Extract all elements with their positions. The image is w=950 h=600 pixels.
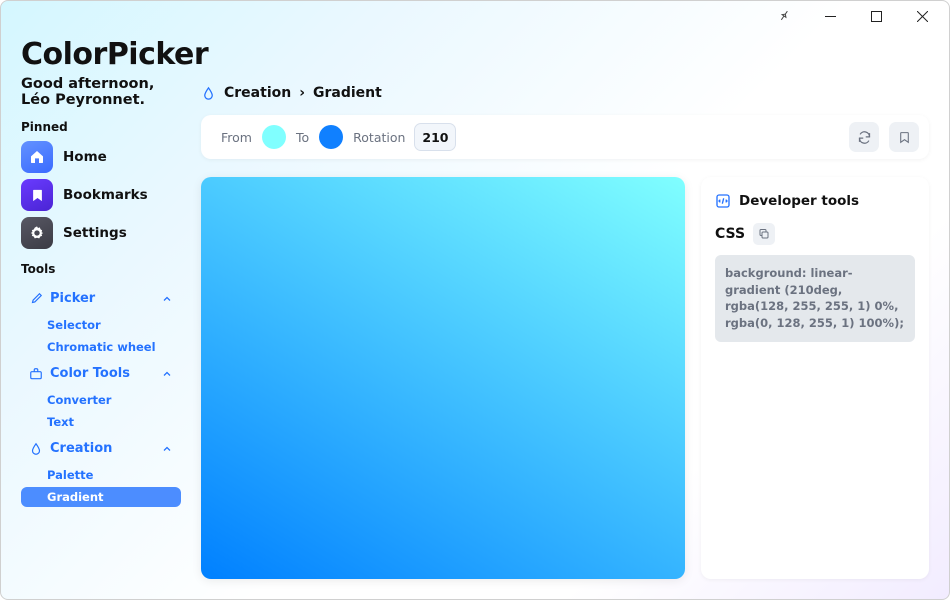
rotation-label: Rotation (353, 130, 405, 145)
tool-item-text[interactable]: Text (21, 412, 181, 432)
tool-item-gradient[interactable]: Gradient (21, 487, 181, 507)
breadcrumb: Creation › Gradient (201, 85, 929, 101)
sidebar-item-label: Bookmarks (63, 187, 148, 203)
tool-item-selector[interactable]: Selector (21, 315, 181, 335)
drop-icon (201, 86, 216, 101)
briefcase-icon (29, 367, 43, 381)
tool-group-label: Color Tools (50, 366, 130, 381)
tool-group-label: Creation (50, 441, 112, 456)
sidebar-item-home[interactable]: Home (21, 140, 181, 174)
to-label: To (296, 130, 309, 145)
chevron-up-icon (161, 293, 173, 305)
gradient-controls: From To Rotation (201, 115, 929, 159)
chevron-up-icon (161, 443, 173, 455)
tool-group-picker[interactable]: Picker (21, 284, 181, 313)
tool-group-creation[interactable]: Creation (21, 434, 181, 463)
tool-group-color-tools[interactable]: Color Tools (21, 359, 181, 388)
sidebar-item-label: Settings (63, 225, 127, 241)
drop-icon (29, 442, 43, 456)
maximize-button[interactable] (853, 1, 899, 31)
from-label: From (221, 130, 252, 145)
bookmark-icon (21, 179, 53, 211)
tool-group-label: Picker (50, 291, 95, 306)
sidebar-item-settings[interactable]: Settings (21, 216, 181, 250)
dev-icon (715, 193, 731, 209)
breadcrumb-page: Gradient (313, 85, 382, 101)
developer-tools-panel: Developer tools CSS background: linear-g… (701, 177, 929, 579)
pinned-list: Home Bookmarks Settings (21, 140, 181, 250)
close-button[interactable] (899, 1, 945, 31)
pin-icon[interactable] (761, 1, 807, 31)
to-color-swatch[interactable] (319, 125, 343, 149)
greeting-text: Good afternoon, Léo Peyronnet. (21, 76, 181, 108)
gradient-preview (201, 177, 685, 579)
app-title: ColorPicker (21, 37, 181, 72)
home-icon (21, 141, 53, 173)
bookmark-button[interactable] (889, 122, 919, 152)
randomize-button[interactable] (849, 122, 879, 152)
from-color-swatch[interactable] (262, 125, 286, 149)
sidebar-item-label: Home (63, 149, 107, 165)
main-content: Creation › Gradient From To Rotation (201, 31, 929, 579)
dev-tools-title: Developer tools (739, 193, 859, 209)
tools-section-label: Tools (21, 262, 181, 276)
copy-icon (758, 228, 770, 240)
css-label: CSS (715, 226, 745, 242)
breadcrumb-category: Creation (224, 85, 291, 101)
tool-item-chromatic-wheel[interactable]: Chromatic wheel (21, 337, 181, 357)
app-window: ColorPicker Good afternoon, Léo Peyronne… (0, 0, 950, 600)
titlebar (1, 1, 949, 31)
rotation-input[interactable] (415, 124, 455, 150)
eyedropper-icon (29, 292, 43, 306)
bookmark-icon (898, 131, 911, 144)
minimize-button[interactable] (807, 1, 853, 31)
gear-icon (21, 217, 53, 249)
tool-item-converter[interactable]: Converter (21, 390, 181, 410)
tool-item-palette[interactable]: Palette (21, 465, 181, 485)
pinned-section-label: Pinned (21, 120, 181, 134)
tools-list: Picker Selector Chromatic wheel Color To… (21, 284, 181, 507)
refresh-icon (857, 130, 872, 145)
css-code-block: background: linear-gradient (210deg, rgb… (715, 255, 915, 342)
chevron-up-icon (161, 368, 173, 380)
sidebar: ColorPicker Good afternoon, Léo Peyronne… (21, 31, 181, 579)
sidebar-item-bookmarks[interactable]: Bookmarks (21, 178, 181, 212)
copy-css-button[interactable] (753, 223, 775, 245)
breadcrumb-separator: › (299, 85, 305, 101)
